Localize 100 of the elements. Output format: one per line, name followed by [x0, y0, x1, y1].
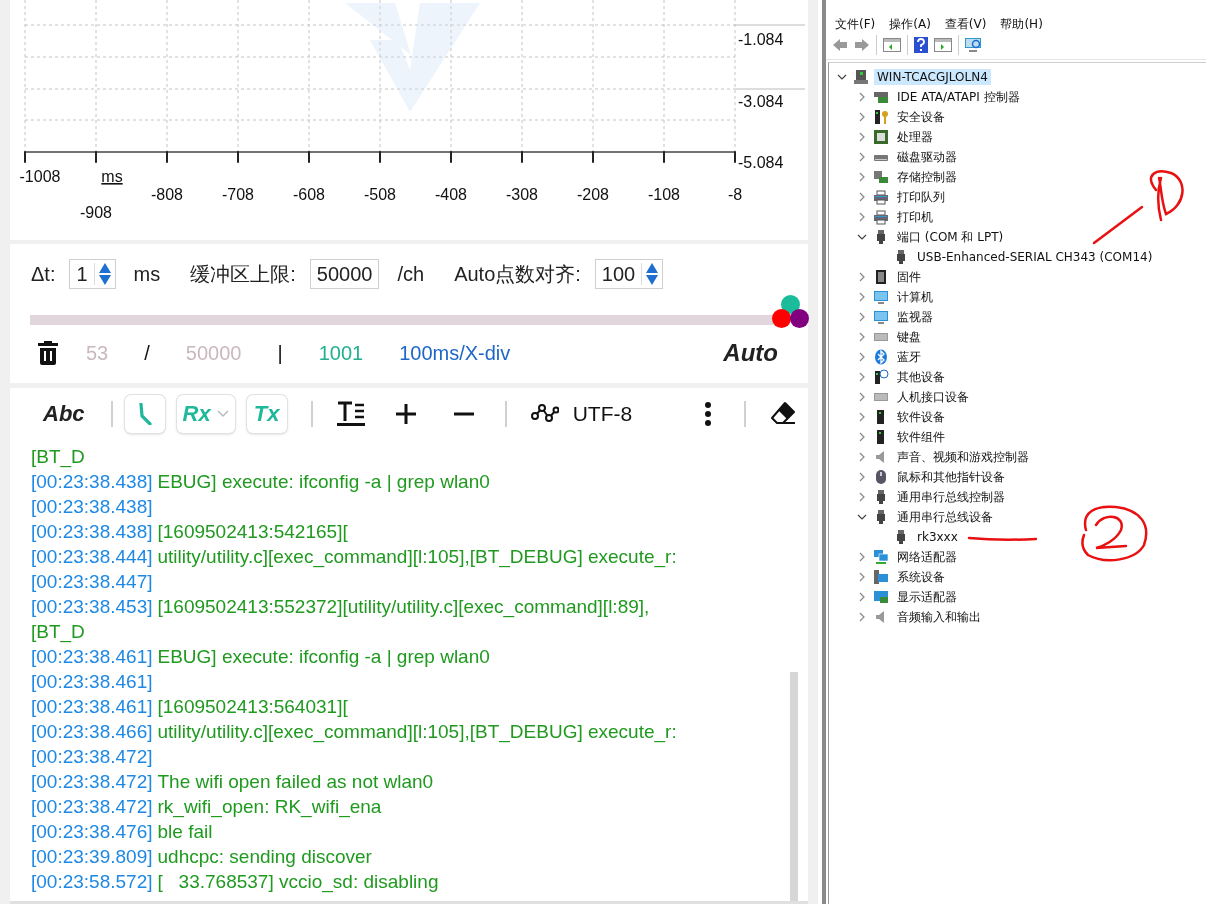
chevron-down-icon[interactable] — [857, 234, 867, 240]
eraser-icon[interactable] — [770, 401, 796, 427]
help-icon[interactable] — [914, 37, 928, 53]
chevron-right-icon[interactable] — [859, 552, 865, 562]
log-message: [1609502413:564031][ — [157, 695, 348, 719]
unit-label: /ch — [397, 262, 425, 286]
tick-label: -908 — [80, 204, 112, 221]
tree-item[interactable]: IDE ATA/ATAPI 控制器 — [894, 87, 1023, 107]
tree-item[interactable]: 网络适配器 — [894, 547, 960, 567]
tree-item[interactable]: 声音、视频和游戏控制器 — [894, 447, 1032, 467]
unit-label: ms — [101, 168, 123, 185]
chevron-right-icon[interactable] — [859, 152, 865, 162]
mode-label[interactable]: Auto — [723, 339, 778, 367]
chevron-right-icon[interactable] — [859, 592, 865, 602]
chevron-right-icon[interactable] — [859, 452, 865, 462]
tree-item[interactable]: 处理器 — [894, 127, 936, 147]
timestamp-toggle[interactable] — [124, 395, 165, 433]
window-pane-icon[interactable] — [934, 38, 952, 52]
tree-item[interactable]: 打印队列 — [894, 187, 948, 207]
menu-item[interactable]: 操作(A) — [889, 15, 931, 33]
plus-icon[interactable] — [394, 403, 417, 425]
forward-arrow-icon[interactable] — [854, 38, 870, 52]
tree-item[interactable]: 固件 — [894, 267, 924, 287]
chevron-right-icon[interactable] — [859, 412, 865, 422]
chevron-right-icon[interactable] — [859, 572, 865, 582]
monitor-scan-icon[interactable] — [965, 37, 983, 53]
unit-label: ms — [133, 262, 161, 286]
tree-item[interactable]: 存储控制器 — [894, 167, 960, 187]
chevron-right-icon[interactable] — [859, 292, 865, 302]
tree-item[interactable]: 监视器 — [894, 307, 936, 327]
spin-box[interactable]: 1 — [69, 259, 116, 289]
tree-item[interactable]: 鼠标和其他指针设备 — [894, 467, 1008, 487]
window-pane-icon[interactable] — [883, 38, 901, 52]
log-message: ble fail — [157, 820, 213, 844]
chevron-right-icon[interactable] — [859, 132, 865, 142]
slider-fill[interactable] — [30, 315, 790, 325]
chevron-down-icon[interactable] — [857, 514, 867, 520]
input-field[interactable]: 50000 — [309, 259, 380, 289]
chevron-right-icon[interactable] — [859, 272, 865, 282]
time-scale: 100ms/X-div — [399, 341, 511, 365]
tree-item[interactable]: 软件设备 — [894, 407, 948, 427]
tree-item[interactable]: 打印机 — [894, 207, 936, 227]
chevron-right-icon[interactable] — [859, 172, 865, 182]
tree-item[interactable]: 软件组件 — [894, 427, 948, 447]
tree-item[interactable]: 端口 (COM 和 LPT) — [894, 227, 1007, 247]
tree-item[interactable]: 系统设备 — [894, 567, 948, 587]
chevron-right-icon[interactable] — [859, 392, 865, 402]
chevron-right-icon[interactable] — [859, 92, 865, 102]
chevron-right-icon[interactable] — [859, 332, 865, 342]
drive-board-icon — [873, 89, 889, 105]
chevron-right-icon[interactable] — [859, 312, 865, 322]
menu-item[interactable]: 帮助(H) — [1000, 15, 1043, 33]
tree-item[interactable]: 其他设备 — [894, 367, 948, 387]
tree-item[interactable]: 键盘 — [894, 327, 924, 347]
tree-item[interactable]: 显示适配器 — [894, 587, 960, 607]
chevron-right-icon[interactable] — [859, 472, 865, 482]
log-message: [BT_D — [31, 445, 85, 469]
log-message: [1609502413:542165][ — [157, 520, 348, 544]
spin-up-button[interactable] — [646, 263, 659, 273]
scrollbar-thumb[interactable] — [790, 672, 798, 901]
log-timestamp: [00:23:38.453] — [31, 595, 153, 619]
spin-box[interactable]: 100 — [594, 259, 664, 289]
chevron-right-icon[interactable] — [859, 192, 865, 202]
chevron-right-icon[interactable] — [859, 112, 865, 122]
tree-item[interactable]: 人机接口设备 — [894, 387, 972, 407]
chevron-right-icon[interactable] — [859, 612, 865, 622]
node-graph-icon[interactable] — [530, 404, 559, 424]
separator-text: / — [144, 341, 150, 365]
menu-item[interactable]: 文件(F) — [835, 15, 876, 33]
computer-icon — [873, 569, 889, 585]
tree-item[interactable]: 安全设备 — [894, 107, 948, 127]
tree-item[interactable]: 磁盘驱动器 — [894, 147, 960, 167]
spin-up-button[interactable] — [98, 263, 111, 273]
tree-item[interactable]: 音频输入和输出 — [894, 607, 984, 627]
tree-item[interactable]: 通用串行总线控制器 — [894, 487, 1008, 507]
chevron-right-icon[interactable] — [859, 352, 865, 362]
tree-item[interactable]: rk3xxx — [914, 529, 961, 545]
trash-icon[interactable] — [38, 341, 58, 365]
encoding-selector[interactable]: UTF-8 — [572, 402, 633, 426]
chevron-down-icon[interactable] — [837, 74, 847, 80]
tree-item[interactable]: 通用串行总线设备 — [894, 507, 996, 527]
mouse-icon — [873, 469, 889, 485]
spin-down-button[interactable] — [98, 275, 111, 285]
tree-item[interactable]: USB-Enhanced-SERIAL CH343 (COM14) — [914, 249, 1156, 265]
hook-icon — [136, 403, 153, 425]
tree-item[interactable]: 计算机 — [894, 287, 936, 307]
back-arrow-icon[interactable] — [832, 38, 848, 52]
spin-down-button[interactable] — [646, 275, 659, 285]
chevron-right-icon[interactable] — [859, 212, 865, 222]
tick-label: -3.084 — [738, 93, 784, 110]
chevron-right-icon[interactable] — [859, 372, 865, 382]
tree-item[interactable]: WIN-TCACGJLOLN4 — [874, 69, 991, 85]
format-label[interactable]: Abc — [43, 401, 85, 427]
text-format-icon[interactable] — [336, 401, 365, 427]
chevron-right-icon[interactable] — [859, 492, 865, 502]
field-label: Auto点数对齐: — [454, 261, 581, 287]
tree-item[interactable]: 蓝牙 — [894, 347, 924, 367]
more-icon[interactable] — [704, 401, 712, 427]
chevron-right-icon[interactable] — [859, 432, 865, 442]
menu-item[interactable]: 查看(V) — [944, 15, 987, 33]
